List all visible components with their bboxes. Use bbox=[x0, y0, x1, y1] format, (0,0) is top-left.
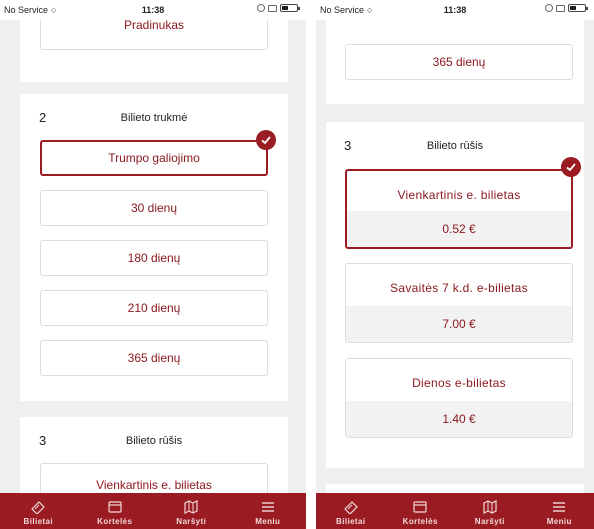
tab-bilietai[interactable]: Bilietai bbox=[0, 493, 77, 529]
ticket-name: Savaitės 7 k.d. e-bilietas bbox=[390, 281, 528, 295]
tab-label: Naršyti bbox=[474, 517, 505, 526]
section-title: Bilieto trukmė bbox=[120, 112, 188, 124]
menu-icon bbox=[261, 502, 274, 512]
selected-check-icon bbox=[256, 130, 276, 150]
option-180-dienu[interactable]: 180 dienų bbox=[40, 240, 268, 276]
battery-icon bbox=[280, 4, 300, 12]
tab-label: Kortelės bbox=[97, 517, 133, 526]
ticket-icon bbox=[31, 501, 46, 514]
tab-label: Naršyti bbox=[176, 517, 207, 526]
tab-label: Bilietai bbox=[23, 517, 53, 526]
ticket-price: 1.40 € bbox=[346, 401, 572, 437]
battery-icon bbox=[568, 4, 588, 12]
tab-label: Kortelės bbox=[402, 517, 438, 526]
tab-meniu[interactable]: Meniu bbox=[525, 493, 594, 529]
status-bar: No Service ○ 11:38 bbox=[316, 0, 594, 20]
tab-narsyti[interactable]: Naršyti bbox=[455, 493, 525, 529]
section-title: Bilieto rūšis bbox=[426, 140, 484, 152]
ticket-price: 7.00 € bbox=[346, 306, 572, 342]
orientation-lock-icon bbox=[257, 4, 265, 12]
map-icon bbox=[483, 500, 497, 514]
ticket-type-section-card: 3 Bilieto rūšis Vienkartinis e. bilietas… bbox=[326, 122, 584, 468]
option-365-dienu[interactable]: 365 dienų bbox=[40, 340, 268, 376]
screen-mirror-icon bbox=[268, 4, 277, 12]
option-365-dienu[interactable]: 365 dienų bbox=[345, 44, 573, 80]
map-icon bbox=[184, 500, 198, 514]
menu-icon bbox=[553, 502, 566, 512]
option-30-dienu[interactable]: 30 dienų bbox=[40, 190, 268, 226]
tab-bar: Bilietai Kortelės Naršyti Meniu bbox=[0, 493, 306, 529]
right-screen: No Service ○ 11:38 365 dienų 3 Bilieto rū… bbox=[316, 0, 594, 529]
ticket-option-savaites[interactable]: Savaitės 7 k.d. e-bilietas 7.00 € bbox=[345, 263, 573, 343]
tab-korteles[interactable]: Kortelės bbox=[77, 493, 154, 529]
tab-label: Meniu bbox=[546, 517, 572, 526]
ticket-icon bbox=[343, 501, 358, 514]
orientation-lock-icon bbox=[545, 4, 553, 12]
ticket-option-dienos[interactable]: Dienos e-bilietas 1.40 € bbox=[345, 358, 573, 438]
tab-bar: Bilietai Kortelės Naršyti Meniu bbox=[316, 493, 594, 529]
screen-mirror-icon bbox=[556, 4, 565, 12]
option-trumpo-galiojimo[interactable]: Trumpo galiojimo bbox=[40, 140, 268, 176]
tab-label: Bilietai bbox=[336, 517, 366, 526]
tab-label: Meniu bbox=[255, 517, 281, 526]
left-screen: No Service ○ 11:38 Pradinukas 2 Bilieto t… bbox=[0, 0, 306, 529]
tab-korteles[interactable]: Kortelės bbox=[386, 493, 456, 529]
status-bar: No Service ○ 11:38 bbox=[0, 0, 306, 20]
selected-check-icon bbox=[561, 157, 581, 177]
section-title: Bilieto rūšis bbox=[125, 435, 183, 447]
ticket-name: Dienos e-bilietas bbox=[412, 376, 506, 390]
ticket-price: 0.52 € bbox=[347, 211, 571, 247]
ticket-option-vienkartinis[interactable]: Vienkartinis e. bilietas 0.52 € bbox=[345, 169, 573, 249]
tab-bilietai[interactable]: Bilietai bbox=[316, 493, 386, 529]
tab-meniu[interactable]: Meniu bbox=[230, 493, 307, 529]
option-210-dienu[interactable]: 210 dienų bbox=[40, 290, 268, 326]
tab-narsyti[interactable]: Naršyti bbox=[153, 493, 230, 529]
card-icon bbox=[413, 501, 427, 513]
duration-section-card: 2 Bilieto trukmė Trumpo galiojimo 30 die… bbox=[20, 94, 288, 401]
card-icon bbox=[108, 501, 122, 513]
